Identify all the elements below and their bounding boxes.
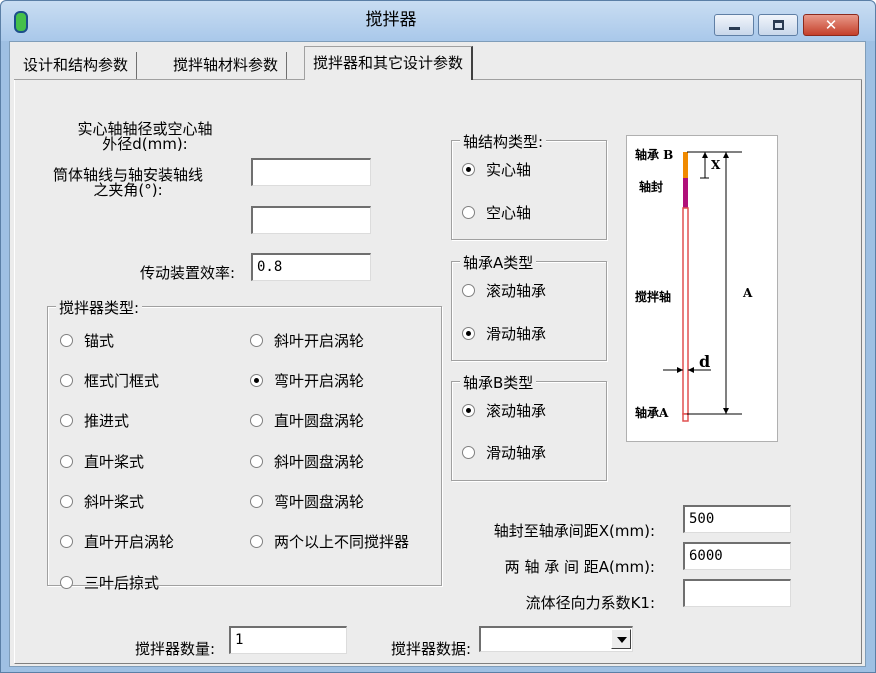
tab-panel: 实心轴轴径或空心轴 外径d(mm): 筒体轴线与轴安装轴线 之夹角(°): 传动… bbox=[14, 80, 862, 664]
bearing-a-mark bbox=[682, 413, 689, 422]
tab-agitator-other[interactable]: 搅拌器和其它设计参数 bbox=[304, 46, 474, 80]
close-icon: ✕ bbox=[824, 16, 838, 34]
shaft-diameter-input[interactable] bbox=[251, 158, 371, 186]
client-area: 设计和结构参数 搅拌轴材料参数 搅拌器和其它设计参数 实心轴轴径或空心轴 外径d… bbox=[9, 41, 866, 667]
agitator-count-input[interactable]: 1 bbox=[229, 626, 347, 654]
radio-icon bbox=[60, 334, 73, 347]
bearing-a-group: 轴承A类型 bbox=[451, 252, 607, 361]
d-arrow-left bbox=[677, 367, 683, 373]
angle-input[interactable] bbox=[251, 206, 371, 234]
a-arrow-bottom bbox=[723, 408, 729, 414]
radio-icon bbox=[250, 334, 263, 347]
diagram-bearing-b-label: 轴承 B bbox=[635, 148, 674, 162]
radio-label: 滚动轴承 bbox=[486, 402, 547, 420]
radio-label: 滚动轴承 bbox=[486, 282, 547, 300]
diagram-seal-label: 轴封 bbox=[639, 180, 664, 194]
radio-label: 三叶后掠式 bbox=[84, 574, 160, 592]
agitator-data-label: 搅拌器数据: bbox=[390, 640, 471, 658]
seal-distance-input[interactable]: 500 bbox=[683, 505, 791, 533]
diagram-d-label: d bbox=[699, 352, 711, 371]
efficiency-label: 传动装置效率: bbox=[139, 264, 235, 282]
radio-label: 滑动轴承 bbox=[486, 325, 547, 343]
tab-shaft-material[interactable]: 搅拌轴材料参数 bbox=[165, 52, 288, 80]
radio-label: 直叶开启涡轮 bbox=[84, 533, 175, 551]
radio-icon bbox=[462, 284, 475, 297]
diagram-bearing-a-label: 轴承A bbox=[635, 406, 669, 420]
radio-label: 直叶圆盘涡轮 bbox=[274, 412, 365, 430]
seal-mark bbox=[683, 178, 688, 208]
radio-icon bbox=[250, 495, 263, 508]
radio-label: 实心轴 bbox=[486, 161, 532, 179]
shaft-diameter-label-line2: 外径d(mm): bbox=[102, 135, 188, 153]
radio-label: 斜叶圆盘涡轮 bbox=[274, 453, 365, 471]
bearing-a-legend: 轴承A类型 bbox=[460, 252, 537, 273]
radio-icon bbox=[60, 495, 73, 508]
close-button[interactable]: ✕ bbox=[803, 14, 859, 36]
radio-icon bbox=[60, 576, 73, 589]
radio-icon bbox=[250, 374, 263, 387]
radio-label: 滑动轴承 bbox=[486, 444, 547, 462]
radio-label: 斜叶桨式 bbox=[84, 493, 145, 511]
shaft-mark bbox=[682, 207, 689, 415]
seal-distance-label: 轴封至轴承间距X(mm): bbox=[493, 522, 655, 540]
radio-icon bbox=[60, 535, 73, 548]
radio-label: 弯叶开启涡轮 bbox=[274, 372, 365, 390]
bearing-b-group: 轴承B类型 bbox=[451, 372, 607, 481]
radio-icon bbox=[462, 163, 475, 176]
radio-icon bbox=[462, 206, 475, 219]
diagram-x-label: X bbox=[711, 158, 721, 172]
radio-label: 斜叶开启涡轮 bbox=[274, 332, 365, 350]
tab-design-structure[interactable]: 设计和结构参数 bbox=[15, 52, 138, 80]
window-title: 搅拌器 bbox=[365, 10, 417, 30]
radio-icon bbox=[60, 374, 73, 387]
agitator-count-label: 搅拌器数量: bbox=[134, 640, 215, 658]
radio-icon bbox=[250, 455, 263, 468]
bearing-distance-input[interactable]: 6000 bbox=[683, 542, 791, 570]
radio-label: 框式门框式 bbox=[84, 372, 160, 390]
shaft-diameter-label: 实心轴轴径或空心轴 外径d(mm): bbox=[55, 122, 235, 152]
bearing-distance-label: 两 轴 承 间 距A(mm): bbox=[504, 558, 655, 576]
maximize-icon bbox=[773, 20, 784, 30]
radio-icon bbox=[462, 446, 475, 459]
radio-label: 推进式 bbox=[84, 412, 130, 430]
x-arrow-top bbox=[702, 152, 708, 158]
radio-label: 弯叶圆盘涡轮 bbox=[274, 493, 365, 511]
diagram-a-label: A bbox=[743, 286, 753, 300]
app-window: 搅拌器 ✕ 设计和结构参数 搅拌轴材料参数 搅拌器和其它设计参数 实心轴轴径或空… bbox=[0, 0, 876, 673]
radial-force-input[interactable] bbox=[683, 579, 791, 607]
shaft-structure-group: 轴结构类型: bbox=[451, 131, 607, 240]
minimize-icon bbox=[729, 27, 740, 30]
radio-label: 两个以上不同搅拌器 bbox=[274, 533, 410, 551]
radio-icon bbox=[462, 404, 475, 417]
radio-label: 锚式 bbox=[84, 332, 115, 350]
radio-label: 空心轴 bbox=[486, 204, 532, 222]
maximize-button[interactable] bbox=[758, 14, 798, 36]
radio-icon bbox=[60, 414, 73, 427]
radio-icon bbox=[250, 535, 263, 548]
a-arrow-top bbox=[723, 152, 729, 158]
agitator-type-legend: 搅拌器类型: bbox=[56, 297, 143, 318]
d-arrow-right bbox=[688, 367, 694, 373]
bearing-b-legend: 轴承B类型 bbox=[460, 372, 537, 393]
angle-label-line2: 之夹角(°): bbox=[93, 181, 163, 199]
diagram-shaft-label: 搅拌轴 bbox=[635, 290, 672, 304]
angle-label: 筒体轴线与轴安装轴线 之夹角(°): bbox=[33, 168, 223, 198]
bearing-b-mark bbox=[683, 152, 688, 178]
radio-icon bbox=[462, 327, 475, 340]
shaft-diagram: 轴承 B 轴封 搅拌轴 轴承A X A d bbox=[626, 135, 778, 442]
radial-force-label: 流体径向力系数K1: bbox=[525, 594, 655, 612]
chevron-down-icon[interactable] bbox=[611, 629, 631, 649]
radio-icon bbox=[60, 455, 73, 468]
title-bar[interactable]: 搅拌器 ✕ bbox=[1, 1, 875, 41]
minimize-button[interactable] bbox=[714, 14, 754, 36]
shaft-structure-legend: 轴结构类型: bbox=[460, 131, 547, 152]
radio-label: 直叶桨式 bbox=[84, 453, 145, 471]
efficiency-input[interactable]: 0.8 bbox=[251, 253, 371, 281]
radio-icon bbox=[250, 414, 263, 427]
agitator-data-select[interactable] bbox=[479, 626, 633, 652]
